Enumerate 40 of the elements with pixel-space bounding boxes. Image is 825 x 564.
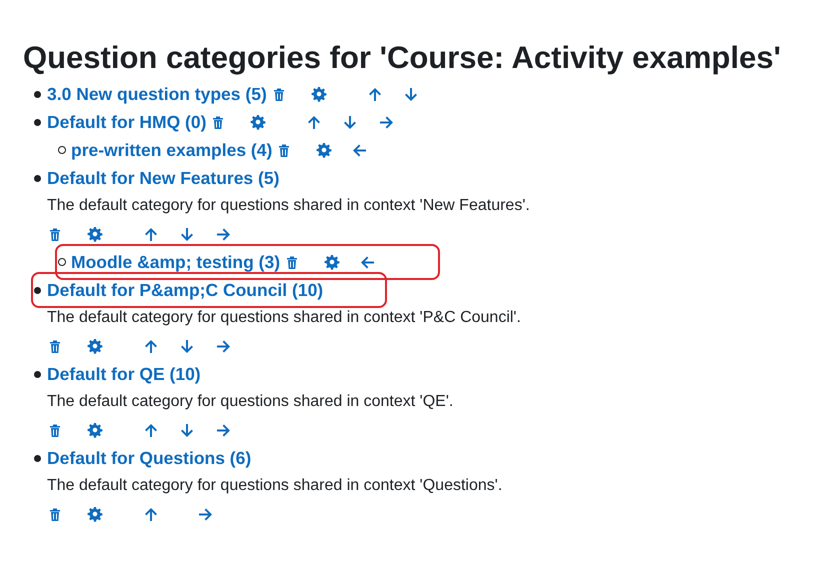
up-arrow-icon[interactable] bbox=[143, 337, 159, 355]
settings-icon[interactable] bbox=[87, 505, 103, 523]
circle-bullet bbox=[58, 146, 66, 154]
category-link[interactable]: Moodle &amp; testing (3) bbox=[71, 252, 280, 272]
down-arrow-icon[interactable] bbox=[402, 85, 419, 103]
bullet bbox=[34, 90, 41, 98]
category-link[interactable]: pre-written examples (4) bbox=[71, 140, 272, 160]
page-heading: Question categories for 'Course: Activity examples' bbox=[23, 40, 782, 76]
down-arrow-icon[interactable] bbox=[342, 113, 358, 131]
settings-icon[interactable] bbox=[324, 253, 340, 271]
category-link[interactable]: Default for QE (10) bbox=[47, 364, 201, 384]
up-arrow-icon[interactable] bbox=[143, 505, 159, 523]
category-description: The default category for questions shared in context 'P&C Council'. bbox=[47, 308, 522, 328]
circle-bullet bbox=[58, 258, 66, 266]
up-arrow-icon[interactable] bbox=[143, 225, 159, 243]
settings-icon[interactable] bbox=[87, 337, 103, 355]
bullet bbox=[34, 370, 41, 378]
bullet bbox=[34, 118, 41, 126]
up-arrow-icon[interactable] bbox=[306, 113, 322, 131]
bullet bbox=[34, 286, 41, 294]
down-arrow-icon[interactable] bbox=[179, 421, 195, 439]
settings-icon[interactable] bbox=[87, 421, 103, 439]
settings-icon[interactable] bbox=[87, 225, 103, 243]
category-link[interactable]: Default for New Features (5) bbox=[47, 168, 280, 188]
category-link[interactable]: Default for HMQ (0) bbox=[47, 112, 206, 132]
category-description: The default category for questions shared in context 'Questions'. bbox=[47, 476, 504, 496]
category-link[interactable]: 3.0 New question types (5) bbox=[47, 84, 267, 104]
category-description: The default category for questions shared in context 'QE'. bbox=[47, 392, 454, 412]
category-link[interactable]: Default for P&amp;C Council (10) bbox=[47, 280, 324, 300]
category-description: The default category for questions shared in context 'New Features'. bbox=[47, 196, 531, 216]
bullet bbox=[34, 454, 41, 462]
settings-icon[interactable] bbox=[310, 85, 327, 103]
down-arrow-icon[interactable] bbox=[179, 337, 195, 355]
category-link[interactable]: Default for Questions (6) bbox=[47, 448, 252, 468]
down-arrow-icon[interactable] bbox=[179, 225, 195, 243]
up-arrow-icon[interactable] bbox=[143, 421, 159, 439]
up-arrow-icon[interactable] bbox=[366, 85, 383, 103]
bullet bbox=[34, 174, 41, 182]
settings-icon[interactable] bbox=[316, 141, 332, 159]
settings-icon[interactable] bbox=[250, 113, 266, 131]
